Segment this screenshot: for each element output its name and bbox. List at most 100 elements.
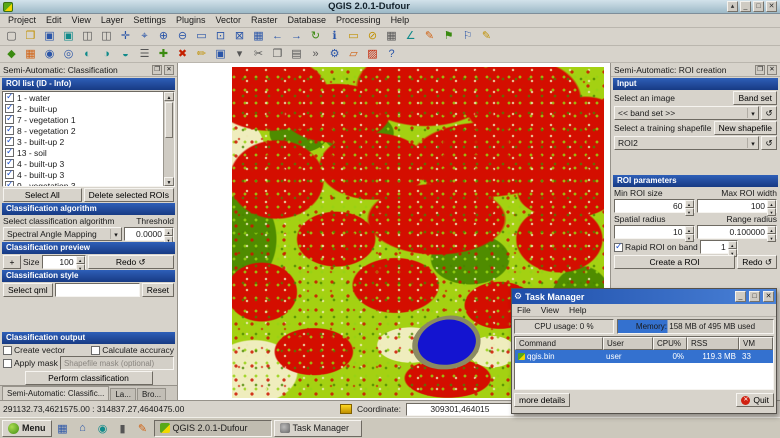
- perform-classification-button[interactable]: Perform classification: [25, 371, 153, 385]
- copy-features-icon[interactable]: ❐: [268, 47, 287, 62]
- zoom-last-icon[interactable]: ←: [268, 29, 287, 44]
- roi-checkbox[interactable]: [5, 148, 14, 157]
- zoom-to-selection-icon[interactable]: ⊠: [230, 29, 249, 44]
- coordinate-input[interactable]: 309301,464015: [406, 403, 514, 416]
- roi-checkbox[interactable]: [5, 137, 14, 146]
- composer-manager-icon[interactable]: ◫: [97, 29, 116, 44]
- roi-list-item[interactable]: 2 - built-up: [3, 103, 174, 114]
- spin-arrows[interactable]: [728, 241, 737, 253]
- current-edits-icon[interactable]: ▾: [230, 47, 249, 62]
- add-delimited-text-icon[interactable]: ☰: [135, 47, 154, 62]
- show-bookmarks-icon[interactable]: ⚐: [458, 29, 477, 44]
- tm-menu-item[interactable]: View: [536, 305, 564, 315]
- close-button[interactable]: ✕: [766, 1, 777, 12]
- roi-list[interactable]: 1 - water 2 - built-up 7 - vegetation 1 …: [2, 91, 175, 187]
- measure-icon[interactable]: ∠: [401, 29, 420, 44]
- taskbar-qgis-task[interactable]: QGIS 2.0.1-Dufour: [154, 420, 272, 437]
- threshold-spinbox[interactable]: 0.0000: [124, 227, 174, 241]
- calculate-accuracy-checkbox[interactable]: Calculate accuracy: [91, 345, 174, 355]
- process-table[interactable]: CommandUserCPU%RSSVM qgis.bin user 0% 11…: [514, 336, 774, 390]
- preview-pointer-button[interactable]: +: [3, 255, 21, 269]
- task-manager-window[interactable]: ⚙ Task Manager _ □ ✕ FileViewHelp CPU us…: [511, 288, 777, 414]
- range-radius-spinbox[interactable]: 0.100000: [697, 225, 778, 239]
- more-details-button[interactable]: more details: [514, 393, 570, 407]
- spin-arrows[interactable]: [767, 200, 776, 212]
- zoom-to-layer-icon[interactable]: ▦: [249, 29, 268, 44]
- roi-list-item[interactable]: 3 - built-up 2: [3, 136, 174, 147]
- min-roi-size-spinbox[interactable]: 60: [614, 199, 695, 213]
- add-raster-layer-icon[interactable]: ▦: [21, 47, 40, 62]
- chevron-down-icon[interactable]: [110, 229, 121, 239]
- cut-features-icon[interactable]: ✂: [249, 47, 268, 62]
- taskbar-task-manager-task[interactable]: Task Manager: [274, 420, 362, 437]
- pan-to-selection-icon[interactable]: ⌖: [135, 29, 154, 44]
- maximize-button[interactable]: □: [753, 1, 764, 12]
- max-roi-width-spinbox[interactable]: 100: [697, 199, 778, 213]
- roi-list-item[interactable]: 4 - built-up 3: [3, 169, 174, 180]
- new-project-icon[interactable]: ▢: [2, 29, 21, 44]
- window-titlebar[interactable]: QGIS 2.0.1-Dufour ▴ _ □ ✕: [0, 0, 780, 14]
- apply-mask-checkbox[interactable]: [3, 359, 12, 368]
- refresh-map-icon[interactable]: ↻: [306, 29, 325, 44]
- scp-classification-icon[interactable]: ▨: [363, 47, 382, 62]
- scroll-up-icon[interactable]: [164, 92, 174, 101]
- minimize-button[interactable]: _: [740, 1, 751, 12]
- menubar-item[interactable]: Help: [386, 14, 415, 27]
- add-postgis-layer-icon[interactable]: ◉: [40, 47, 59, 62]
- dock-close-icon[interactable]: ✕: [767, 65, 777, 75]
- map-tips-icon[interactable]: ✎: [420, 29, 439, 44]
- create-roi-button[interactable]: Create a ROI: [614, 255, 735, 269]
- refresh-shapefile-list-button[interactable]: ↺: [761, 136, 777, 150]
- menubar-item[interactable]: Database: [283, 14, 332, 27]
- python-console-icon[interactable]: »: [306, 47, 325, 62]
- roi-list-item[interactable]: 13 - soil: [3, 147, 174, 158]
- roi-checkbox[interactable]: [5, 181, 14, 187]
- menubar-item[interactable]: Plugins: [171, 14, 211, 27]
- new-composer-icon[interactable]: ◫: [78, 29, 97, 44]
- help-contents-icon[interactable]: ?: [382, 47, 401, 62]
- roi-list-item[interactable]: 7 - vegetation 1: [3, 114, 174, 125]
- editor-icon[interactable]: ✎: [134, 420, 152, 437]
- quit-button[interactable]: ✕Quit: [736, 393, 774, 407]
- column-header[interactable]: User: [603, 337, 653, 350]
- zoom-native-icon[interactable]: ▭: [192, 29, 211, 44]
- roi-redo-button[interactable]: Redo ↺: [737, 255, 777, 269]
- paste-features-icon[interactable]: ▤: [287, 47, 306, 62]
- roi-list-item[interactable]: 4 - built-up 3: [3, 158, 174, 169]
- coordinate-capture-icon[interactable]: [340, 404, 352, 414]
- roi-list-item[interactable]: 8 - vegetation 2: [3, 125, 174, 136]
- delete-selected-rois-button[interactable]: Delete selected ROIs: [84, 188, 174, 202]
- dock-close-icon[interactable]: ✕: [164, 65, 174, 75]
- spin-arrows[interactable]: [685, 200, 694, 212]
- roi-list-item[interactable]: 1 - water: [3, 92, 174, 103]
- column-header[interactable]: RSS: [687, 337, 739, 350]
- rapid-roi-checkbox[interactable]: [614, 243, 623, 252]
- spin-arrows[interactable]: [164, 228, 173, 240]
- deselect-features-icon[interactable]: ⊘: [363, 29, 382, 44]
- process-row-selected[interactable]: qgis.bin user 0% 119.3 MB 33: [515, 350, 773, 363]
- add-spatialite-layer-icon[interactable]: ◎: [59, 47, 78, 62]
- spin-arrows[interactable]: [76, 256, 85, 268]
- algorithm-combobox[interactable]: Spectral Angle Mapping: [3, 227, 122, 241]
- roi-checkbox[interactable]: [5, 104, 14, 113]
- menubar-item[interactable]: Raster: [246, 14, 283, 27]
- column-header[interactable]: Command: [515, 337, 603, 350]
- tm-maximize-button[interactable]: □: [749, 291, 760, 302]
- roi-checkbox[interactable]: [5, 93, 14, 102]
- preview-redo-button[interactable]: Redo ↺: [88, 255, 174, 269]
- chevron-down-icon[interactable]: [747, 138, 758, 148]
- add-wfs-layer-icon[interactable]: ◒: [116, 47, 135, 62]
- new-shapefile-button[interactable]: New shapefile: [714, 121, 777, 135]
- save-edits-icon[interactable]: ▣: [211, 47, 230, 62]
- chevron-down-icon[interactable]: [747, 108, 758, 118]
- preview-size-spinbox[interactable]: 100: [42, 255, 86, 269]
- add-wcs-layer-icon[interactable]: ◑: [97, 47, 116, 62]
- menubar-item[interactable]: Settings: [128, 14, 171, 27]
- zoom-next-icon[interactable]: →: [287, 29, 306, 44]
- terminal-icon[interactable]: ▮: [114, 420, 132, 437]
- tab-browser[interactable]: Bro...: [137, 388, 166, 400]
- zoom-in-icon[interactable]: ⊕: [154, 29, 173, 44]
- scrollbar-thumb[interactable]: [165, 102, 173, 138]
- zoom-full-icon[interactable]: ⊡: [211, 29, 230, 44]
- new-bookmark-icon[interactable]: ⚑: [439, 29, 458, 44]
